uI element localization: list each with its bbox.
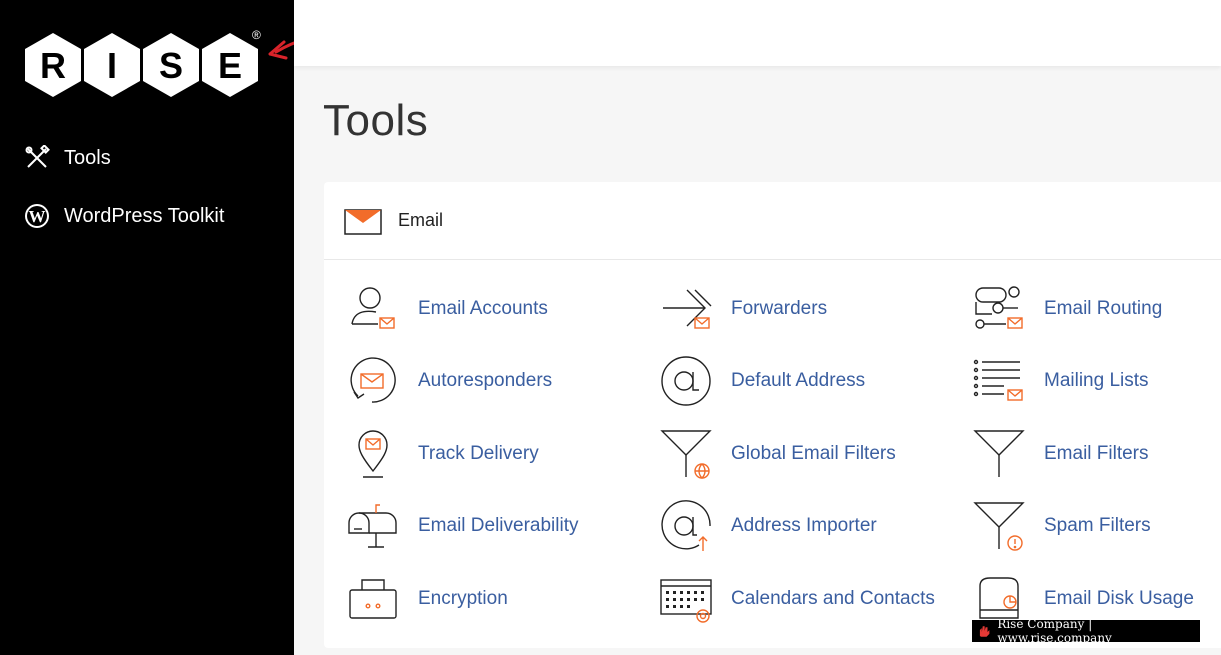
autoresponder-icon [350,357,396,403]
encryption-icon [349,579,397,619]
sidebar-item-label: WordPress Toolkit [64,204,225,227]
item-label: Autoresponders [418,370,553,391]
item-label: Mailing Lists [1044,370,1149,391]
sidebar: R I S E ® Tools W WordPress Toolkit [0,0,294,655]
spam-filters-link[interactable]: Spam Filters [972,499,1151,553]
forward-arrow-icon [663,289,712,329]
svg-text:W: W [29,207,46,226]
encryption-link[interactable]: Encryption [346,572,508,626]
mailing-lists-link[interactable]: Mailing Lists [972,354,1149,408]
item-label: Email Filters [1044,443,1149,464]
registered-mark: ® [252,28,261,42]
watermark-text: Rise Company | www.rise.company [997,617,1112,645]
logo-letter: S [159,45,183,86]
global-email-filters-link[interactable]: Global Email Filters [659,427,896,481]
email-accounts-link[interactable]: Email Accounts [346,282,548,336]
item-label: Email Disk Usage [1044,588,1194,609]
wordpress-icon: W [25,204,49,228]
at-sign-icon [661,356,711,406]
item-label: Email Accounts [418,298,548,319]
logo-letter: E [218,45,242,86]
autoresponders-link[interactable]: Autoresponders [346,354,552,408]
item-label: Encryption [418,588,508,609]
logo-letter: I [107,45,117,86]
item-label: Address Importer [731,515,877,536]
sidebar-item-tools[interactable]: Tools [24,145,111,171]
calendars-contacts-link[interactable]: Calendars and Contacts [659,572,935,626]
address-importer-link[interactable]: Address Importer [659,499,877,553]
location-pin-mail-icon [358,430,388,478]
mailing-list-icon [973,359,1023,401]
item-label: Global Email Filters [731,443,896,464]
rise-logo[interactable]: R I S E [24,33,260,97]
email-filters-link[interactable]: Email Filters [972,427,1149,481]
watermark-banner: Rise Company | www.rise.company [972,617,1200,645]
hand-icon [979,626,990,637]
item-label: Forwarders [731,298,828,319]
logo-letter: R [40,45,66,86]
wrench-screwdriver-icon [25,145,50,168]
calendar-icon [660,579,712,623]
item-label: Spam Filters [1044,515,1151,536]
item-label: Email Deliverability [418,515,579,536]
email-deliverability-link[interactable]: Email Deliverability [346,499,579,553]
email-panel-title: Email [398,210,444,230]
item-label: Track Delivery [418,443,539,464]
mailbox-icon [348,504,397,548]
email-routing-link[interactable]: Email Routing [972,282,1162,336]
top-bar [294,0,1221,66]
spam-filter-icon [973,502,1025,551]
global-filter-icon [660,430,712,479]
page-title: Tools [323,96,429,145]
default-address-link[interactable]: Default Address [659,354,865,408]
email-panel: Email Email Accounts Autoresponders Trac… [324,182,1221,648]
user-mail-icon [351,287,395,329]
sidebar-item-wordpress-toolkit[interactable]: W WordPress Toolkit [24,203,224,229]
filter-icon [973,430,1025,477]
item-label: Calendars and Contacts [731,588,935,609]
sidebar-item-label: Tools [64,146,111,169]
at-import-icon [661,500,711,551]
email-panel-header[interactable]: Email [324,182,1221,260]
item-label: Email Routing [1044,298,1163,319]
track-delivery-link[interactable]: Track Delivery [346,427,539,481]
item-label: Default Address [731,370,866,391]
forwarders-link[interactable]: Forwarders [659,282,827,336]
routing-icon [975,286,1023,329]
envelope-icon [344,208,382,235]
